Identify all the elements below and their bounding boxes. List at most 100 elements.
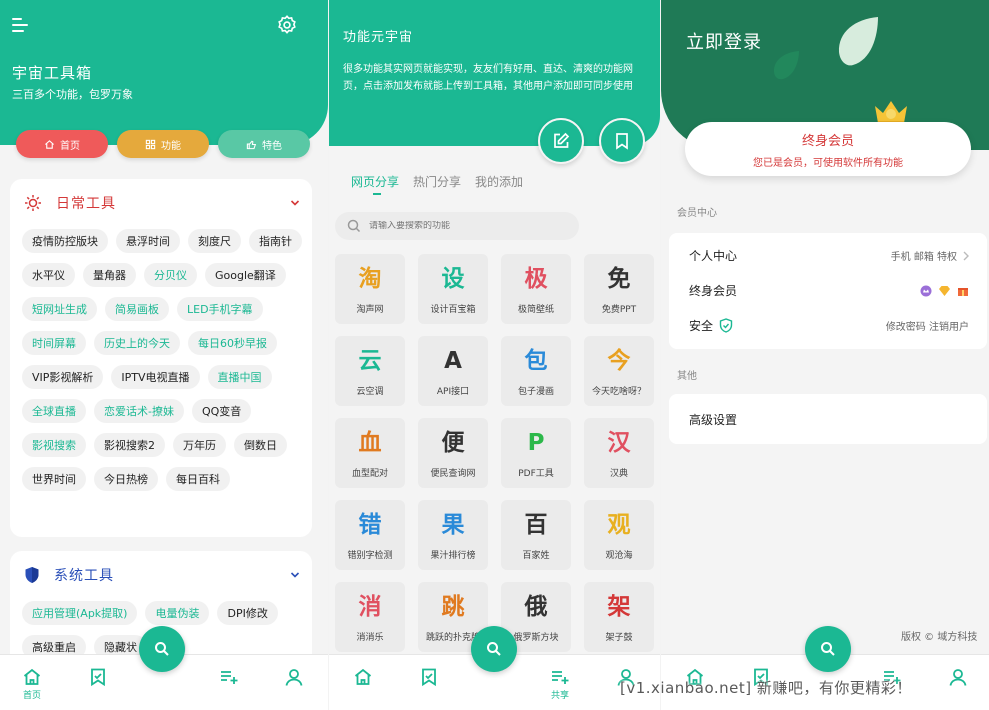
- tool-chip[interactable]: 倒数日: [234, 433, 287, 457]
- tile-glyph: 血: [358, 430, 382, 456]
- nav-playlist[interactable]: [217, 667, 241, 687]
- tool-chip[interactable]: 刻度尺: [188, 229, 241, 253]
- row-label: 个人中心: [689, 249, 738, 263]
- tile-glyph: A: [444, 348, 462, 374]
- tool-tile[interactable]: 观观沧海: [584, 500, 654, 570]
- tool-chip[interactable]: IPTV电视直播: [111, 365, 200, 389]
- tool-chip[interactable]: Google翻译: [205, 263, 286, 287]
- vip-card[interactable]: 终身会员 您已是会员，可使用软件所有功能: [685, 122, 971, 176]
- tool-tile[interactable]: 百百家姓: [501, 500, 571, 570]
- nav-profile[interactable]: [946, 667, 970, 687]
- tool-chip[interactable]: 量角器: [83, 263, 136, 287]
- tool-chip[interactable]: DPI修改: [217, 601, 278, 625]
- tile-label: 淘声网: [356, 305, 384, 315]
- tool-tile[interactable]: 淘淘声网: [335, 254, 405, 324]
- tool-tile[interactable]: 架架子鼓: [584, 582, 654, 652]
- tab-my-added[interactable]: 我的添加: [475, 173, 523, 190]
- daily-tools-header[interactable]: 日常工具: [24, 193, 116, 213]
- row-detail[interactable]: 修改密码 注销用户: [886, 318, 969, 333]
- tile-glyph: 俄: [524, 594, 548, 620]
- tool-tile[interactable]: 包包子漫画: [501, 336, 571, 406]
- search-fab-button[interactable]: [805, 626, 851, 672]
- tool-chip[interactable]: 每日百科: [166, 467, 230, 491]
- row-advanced-settings[interactable]: 高级设置: [669, 402, 987, 437]
- publish-button[interactable]: [538, 118, 584, 164]
- tool-tile[interactable]: 血血型配对: [335, 418, 405, 488]
- tool-chip[interactable]: 直播中国: [207, 365, 272, 389]
- tool-chip[interactable]: QQ变音: [191, 399, 252, 423]
- home-pill-button[interactable]: 首页: [16, 130, 108, 158]
- row-lifetime-member[interactable]: 终身会员: [669, 273, 987, 308]
- tool-chip[interactable]: 时间屏幕: [22, 331, 86, 355]
- tool-chip[interactable]: 电量伪装: [145, 601, 210, 625]
- nav-bookmarks[interactable]: [86, 667, 110, 687]
- tool-chip[interactable]: 世界时间: [22, 467, 86, 491]
- tool-chip[interactable]: 应用管理(Apk提取): [22, 601, 138, 625]
- nav-share[interactable]: 共享: [548, 667, 572, 701]
- tool-tile[interactable]: 云云空调: [335, 336, 405, 406]
- tool-tile[interactable]: 汉汉典: [584, 418, 654, 488]
- gear-icon[interactable]: [276, 14, 298, 36]
- saved-button[interactable]: [599, 118, 645, 164]
- nav-profile[interactable]: [282, 667, 306, 687]
- tool-chip[interactable]: VIP影视解析: [22, 365, 104, 389]
- tool-tile[interactable]: 消消消乐: [335, 582, 405, 652]
- tool-tile[interactable]: 果果汁排行榜: [418, 500, 488, 570]
- tile-label: 错别字检测: [347, 551, 393, 561]
- tool-chip[interactable]: LED手机字幕: [177, 297, 263, 321]
- tool-chip[interactable]: 每日60秒早报: [188, 331, 277, 355]
- row-personal-center[interactable]: 个人中心 手机 邮箱 特权: [669, 238, 987, 273]
- tool-tile[interactable]: 免免费PPT: [584, 254, 654, 324]
- search-fab-button[interactable]: [139, 626, 185, 672]
- tool-chip[interactable]: 恋爱话术-撩妹: [94, 399, 184, 423]
- nav-home[interactable]: 首页: [20, 667, 44, 701]
- chevron-down-icon[interactable]: [290, 199, 300, 207]
- tile-glyph: 包: [524, 348, 548, 374]
- system-tools-header[interactable]: 系统工具: [24, 565, 114, 585]
- other-panel: 高级设置: [669, 394, 987, 444]
- tab-web-share[interactable]: 网页分享: [351, 173, 399, 190]
- tool-chip[interactable]: 指南针: [249, 229, 302, 253]
- tool-chip[interactable]: 疫情防控版块: [22, 229, 108, 253]
- tool-tile[interactable]: 极极简壁纸: [501, 254, 571, 324]
- tool-tile[interactable]: 设设计百宝箱: [418, 254, 488, 324]
- tool-chip[interactable]: 水平仪: [22, 263, 75, 287]
- other-label: 其他: [677, 371, 697, 382]
- features-pill-button[interactable]: 功能: [117, 130, 209, 158]
- tool-tile[interactable]: P PDF工具: [501, 418, 571, 488]
- nav-home[interactable]: [351, 667, 375, 687]
- tool-tile[interactable]: A API接口: [418, 336, 488, 406]
- tool-chip[interactable]: 今日热榜: [94, 467, 158, 491]
- menu-icon[interactable]: [12, 16, 30, 32]
- tile-glyph: 果: [441, 512, 465, 538]
- search-input[interactable]: [369, 221, 549, 231]
- search-fab-button[interactable]: [471, 626, 517, 672]
- tile-glyph: 淘: [358, 266, 382, 292]
- login-title[interactable]: 立即登录: [686, 28, 762, 54]
- tool-tile[interactable]: 便便民查询网: [418, 418, 488, 488]
- tool-chip[interactable]: 万年历: [173, 433, 226, 457]
- home-icon: [23, 668, 41, 685]
- tool-chip[interactable]: 全球直播: [22, 399, 86, 423]
- special-pill-button[interactable]: 特色: [218, 130, 310, 158]
- tool-chip[interactable]: 影视搜索: [22, 433, 86, 457]
- nav-bookmarks[interactable]: [417, 667, 441, 687]
- tile-label: PDF工具: [518, 469, 554, 479]
- tool-chip[interactable]: 影视搜索2: [94, 433, 165, 457]
- metaverse-screen: 功能元宇宙 很多功能其实网页就能实现，友友们有好用、直达、清爽的功能网页，点击添…: [329, 0, 660, 710]
- tool-chip[interactable]: 悬浮时间: [116, 229, 180, 253]
- tool-chip[interactable]: 分贝仪: [144, 263, 197, 287]
- tool-chip[interactable]: 历史上的今天: [94, 331, 180, 355]
- row-security[interactable]: 安全 修改密码 注销用户: [669, 308, 987, 343]
- tile-glyph: 观: [607, 512, 631, 538]
- tile-label: 百家姓: [522, 551, 550, 561]
- chevron-down-icon[interactable]: [290, 571, 300, 579]
- tool-tile[interactable]: 错错别字检测: [335, 500, 405, 570]
- home-icon: [45, 139, 54, 149]
- user-icon: [285, 669, 303, 686]
- tool-tile[interactable]: 今今天吃啥呀？: [584, 336, 654, 406]
- tab-hot-share[interactable]: 热门分享: [413, 173, 461, 190]
- tile-label: 云空调: [356, 387, 384, 397]
- tool-chip[interactable]: 简易画板: [105, 297, 169, 321]
- tool-chip[interactable]: 短网址生成: [22, 297, 97, 321]
